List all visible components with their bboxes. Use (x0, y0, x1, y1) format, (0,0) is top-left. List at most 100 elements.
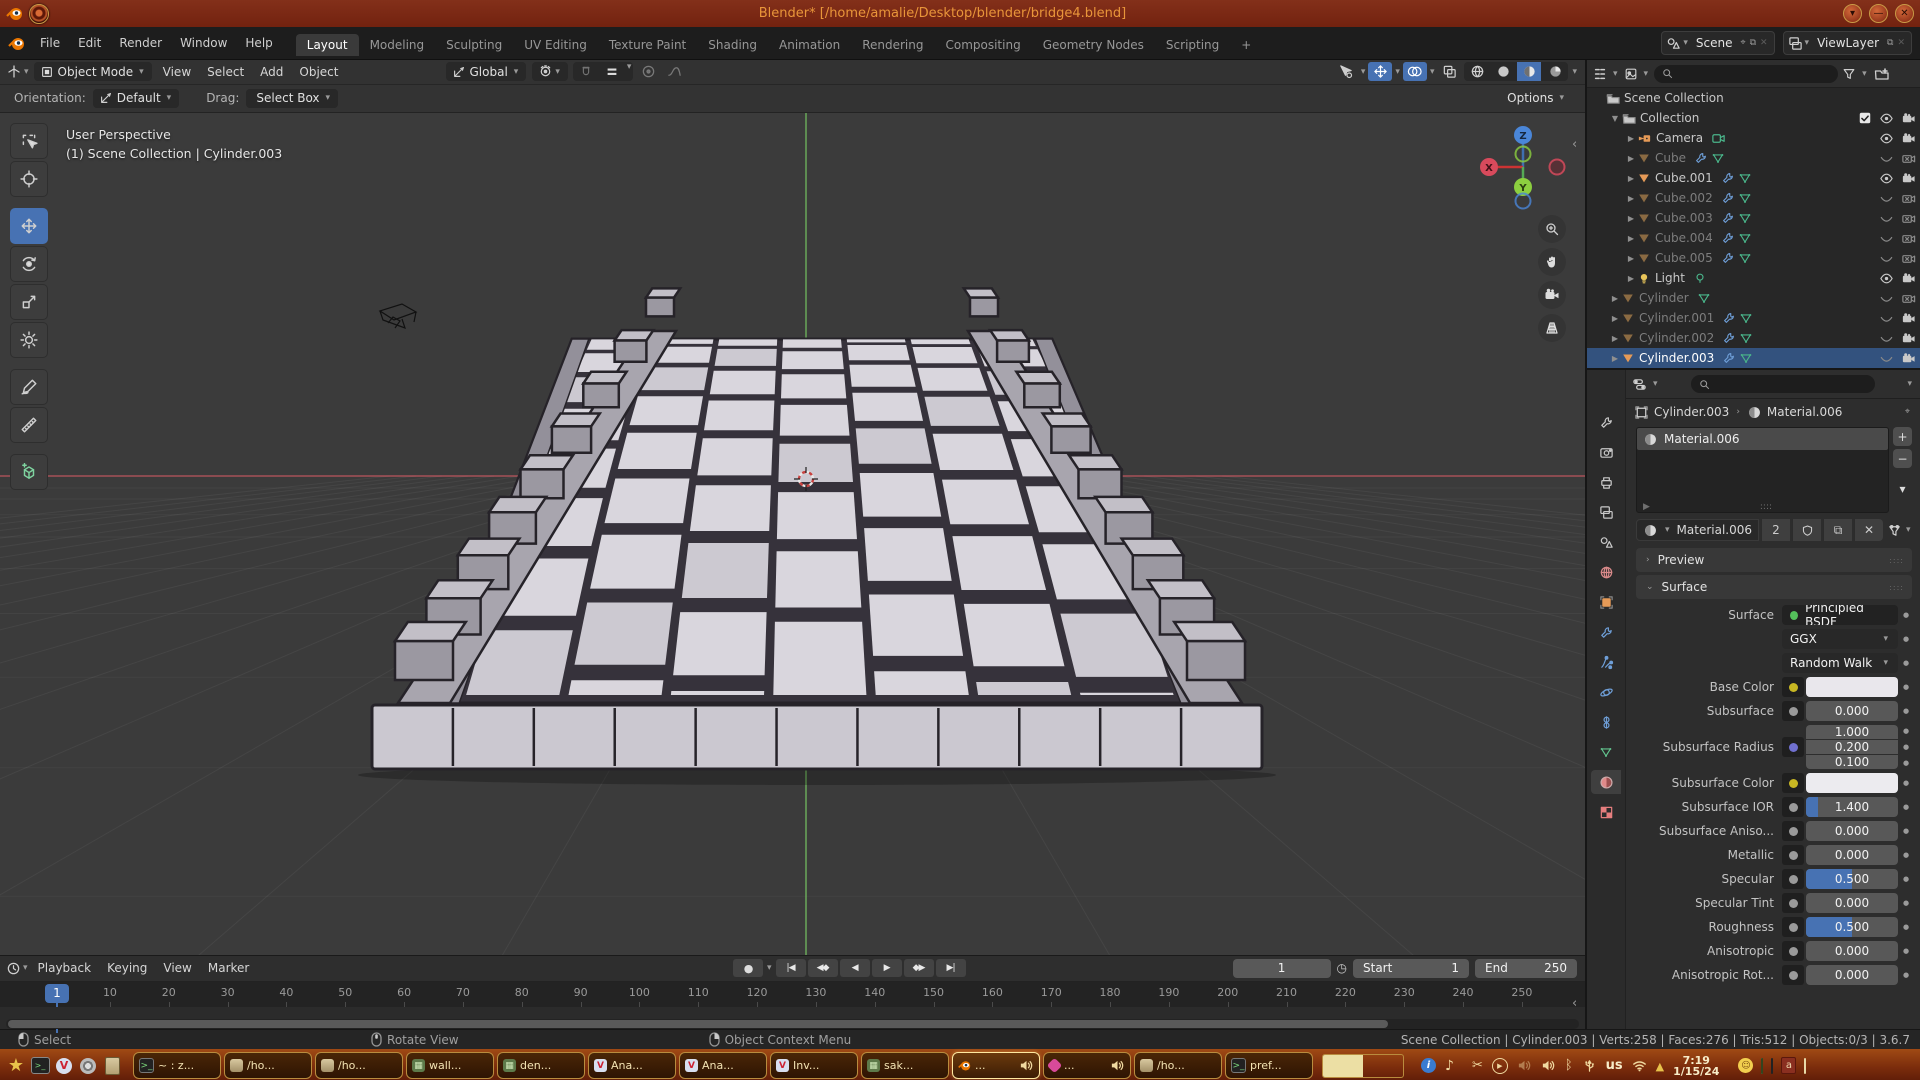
launcher-terminal[interactable]: >_ (28, 1054, 52, 1078)
render-disabled-icon[interactable] (1901, 291, 1916, 306)
outliner-row-cylinder-003[interactable]: ▶Cylinder.003 (1587, 348, 1920, 368)
hidden-eye-icon[interactable] (1879, 231, 1894, 246)
gizmo-toggle-icon[interactable] (1368, 62, 1392, 81)
properties-tab-tool[interactable] (1591, 410, 1621, 434)
properties-tab-render[interactable] (1591, 440, 1621, 464)
tray-books-icon[interactable] (1771, 1059, 1773, 1073)
tray-arrow-up-icon[interactable]: ▲ (1656, 1059, 1664, 1073)
render-disabled-icon[interactable] (1901, 251, 1916, 266)
slider-field[interactable]: 1.400 (1806, 797, 1898, 817)
surface-panel-header[interactable]: ⌄Surface:::: (1636, 575, 1912, 599)
tab-uv-editing[interactable]: UV Editing (513, 34, 598, 56)
slider-field[interactable]: 0.000 (1806, 701, 1898, 721)
playhead[interactable]: 1 (45, 984, 69, 1003)
drag-dropdown[interactable]: Select Box▾ (246, 89, 338, 108)
tool-annotate[interactable] (10, 369, 48, 405)
properties-tab-view-layer[interactable] (1591, 500, 1621, 524)
editor-type-icon[interactable] (6, 64, 22, 80)
tray-smiley-icon[interactable]: ☺ (1738, 1058, 1753, 1073)
timeline-menu-keying[interactable]: Keying (99, 959, 155, 977)
display-mode-icon[interactable] (1624, 67, 1638, 81)
launcher-menu-star[interactable]: ★ (4, 1054, 28, 1078)
mode-dropdown[interactable]: Object Mode▾ (34, 62, 152, 81)
expand-arrow[interactable]: ▶ (1625, 274, 1637, 283)
expand-arrow[interactable]: ▶ (1625, 254, 1637, 263)
tray-wifi-icon[interactable] (1632, 1058, 1647, 1073)
outliner-search-input[interactable] (1654, 65, 1838, 83)
properties-editor-icon[interactable] (1632, 377, 1647, 392)
hidden-eye-icon[interactable] (1879, 331, 1894, 346)
properties-options-icon[interactable]: ▾ (1907, 379, 1912, 389)
tab-geometry-nodes[interactable]: Geometry Nodes (1032, 34, 1155, 56)
slider-field[interactable]: 0.500 (1806, 917, 1898, 937)
socket-button[interactable] (1782, 737, 1804, 757)
keyframe-dot[interactable]: ● (1898, 707, 1914, 715)
tray-bluetooth-icon[interactable]: ᛒ (1565, 1058, 1573, 1073)
expand-arrow[interactable]: ▶ (1625, 214, 1637, 223)
transport-play-back-button[interactable]: ◀ (840, 959, 870, 977)
menu-add[interactable]: Add (252, 63, 291, 81)
slider-field[interactable]: 0.000 (1806, 845, 1898, 865)
tab-layout[interactable]: Layout (296, 34, 359, 56)
close-button[interactable]: ✕ (1895, 4, 1914, 23)
tray-usb-icon[interactable] (1582, 1058, 1597, 1073)
new-viewlayer-icon[interactable]: ⧉ (1887, 38, 1893, 48)
outliner-row-cube-001[interactable]: ▶Cube.001 (1587, 168, 1920, 188)
tray-info-icon[interactable]: i (1421, 1058, 1436, 1073)
nav-grid-button[interactable] (1538, 314, 1566, 342)
keyframe-dot[interactable]: ● (1898, 899, 1914, 907)
exclude-checkbox[interactable] (1858, 111, 1872, 125)
tray-show-desktop-icon[interactable] (1804, 1059, 1806, 1073)
proportional-edit-icon[interactable] (636, 62, 660, 81)
socket-button[interactable] (1782, 797, 1804, 817)
tray-dictionary-icon[interactable]: a (1781, 1057, 1796, 1074)
slider-field[interactable]: 0.500 (1806, 869, 1898, 889)
minimize-button[interactable]: — (1869, 4, 1888, 23)
properties-tab-world[interactable] (1591, 560, 1621, 584)
pin-id-icon[interactable]: ⌖ (1905, 407, 1910, 417)
properties-tab-texture[interactable] (1591, 800, 1621, 824)
taskbar-window-ho[interactable]: /ho... (1134, 1052, 1222, 1079)
timeline-menu-marker[interactable]: Marker (200, 959, 257, 977)
shading-material-icon[interactable] (1517, 62, 1541, 81)
tool-select-box[interactable] (10, 123, 48, 159)
remove-slot-button[interactable]: − (1893, 449, 1912, 468)
workspace-1[interactable] (1323, 1055, 1363, 1077)
workspace-2[interactable] (1363, 1055, 1403, 1077)
transport-next-key-button[interactable]: ◆▶ (904, 959, 934, 977)
slider-field[interactable]: 0.000 (1806, 893, 1898, 913)
tab-texture-paint[interactable]: Texture Paint (598, 34, 697, 56)
socket-button[interactable] (1782, 773, 1804, 793)
expand-arrow[interactable]: ▶ (1609, 294, 1621, 303)
sidebar-pull-tab[interactable]: ‹ (1572, 137, 1577, 152)
transport-prev-key-button[interactable]: ◀◆ (808, 959, 838, 977)
render-disabled-icon[interactable] (1901, 151, 1916, 166)
keyframe-dot[interactable]: ● (1898, 971, 1914, 979)
launcher-archive[interactable] (100, 1054, 124, 1078)
shade-button[interactable]: ▾ (1843, 4, 1862, 23)
tab-shading[interactable]: Shading (697, 34, 768, 56)
filter-icon[interactable] (1842, 67, 1856, 81)
properties-tab-physics[interactable] (1591, 680, 1621, 704)
keyframe-dot[interactable]: ● (1898, 611, 1914, 619)
tool-scale[interactable] (10, 284, 48, 320)
socket-button[interactable] (1782, 821, 1804, 841)
expand-arrow[interactable]: ▶ (1625, 134, 1637, 143)
menu-view[interactable]: View (155, 63, 199, 81)
scene-selector[interactable]: ▾ Scene ⌖ ⧉ ✕ (1661, 31, 1774, 55)
transport-jump-start-button[interactable]: |◀ (776, 959, 806, 977)
taskbar-window-ana[interactable]: VAna... (588, 1052, 676, 1079)
menu-window[interactable]: Window (171, 33, 236, 53)
outliner-row-cube-002[interactable]: ▶Cube.002 (1587, 188, 1920, 208)
hidden-eye-icon[interactable] (1879, 311, 1894, 326)
menu-file[interactable]: File (31, 33, 69, 53)
hide-eye-icon[interactable] (1879, 111, 1894, 126)
timeline-editor-icon[interactable] (6, 961, 21, 976)
users-count-button[interactable]: 2 (1761, 519, 1790, 541)
menu-select[interactable]: Select (199, 63, 252, 81)
launcher-browser[interactable]: V (52, 1054, 76, 1078)
tool-add-cube[interactable] (10, 454, 48, 490)
number-field[interactable]: 0.200 (1806, 740, 1898, 754)
slider-field[interactable]: 0.000 (1806, 821, 1898, 841)
navigation-gizmo[interactable]: Z X Y (1478, 121, 1568, 213)
